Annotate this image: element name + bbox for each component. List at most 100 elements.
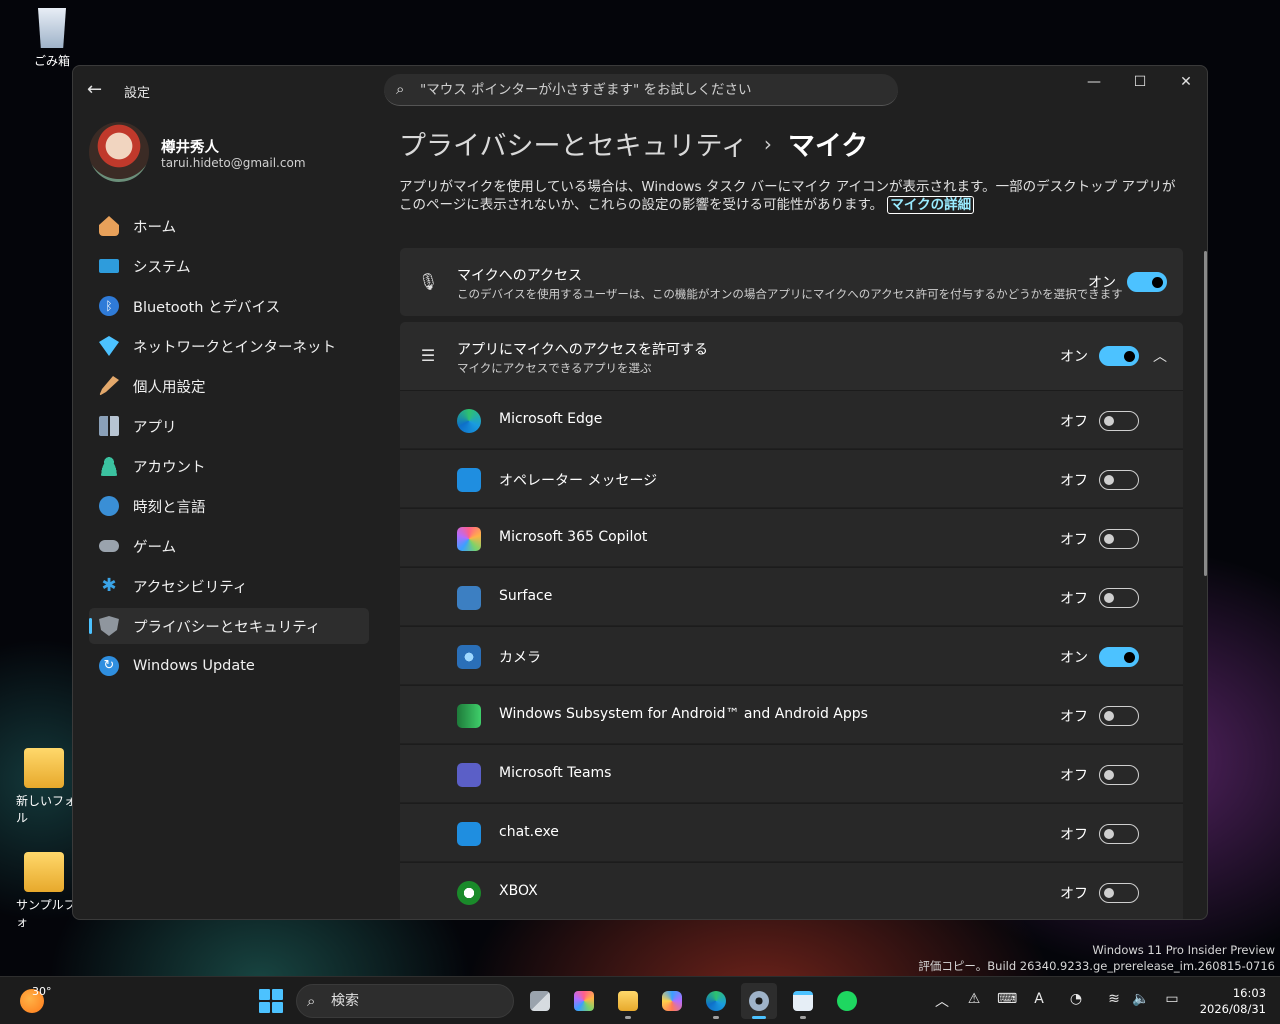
windows-logo-icon xyxy=(259,989,270,1000)
app-toggle[interactable] xyxy=(1099,706,1139,726)
weather-temp: 30° xyxy=(32,985,52,998)
taskbar-task-view[interactable] xyxy=(522,983,558,1019)
desktop-icon-recycle-bin[interactable]: ごみ箱 xyxy=(14,8,90,69)
app-name: Microsoft Edge xyxy=(499,411,603,427)
chevron-up-icon[interactable]: ︿ xyxy=(932,991,952,1011)
network-status-icon[interactable]: ⚠ xyxy=(964,991,984,1007)
taskbar-copilot[interactable] xyxy=(654,983,690,1019)
app-toggle[interactable] xyxy=(1099,470,1139,490)
breadcrumb-parent[interactable]: プライバシーとセキュリティ xyxy=(399,124,748,163)
app-row-xbox: XBOX オフ xyxy=(400,862,1183,919)
app-state: オフ xyxy=(1060,532,1088,548)
sidebar-item-gaming[interactable]: ゲーム xyxy=(89,528,369,564)
app-name: Microsoft 365 Copilot xyxy=(499,529,648,545)
app-row-teams: Microsoft Teams オフ xyxy=(400,744,1183,802)
mic-access-card[interactable]: 🎙 マイクへのアクセス このデバイスを使用するユーザーは、この機能がオンの場合ア… xyxy=(400,248,1183,316)
back-arrow-icon[interactable]: ← xyxy=(87,80,107,100)
gear-icon xyxy=(749,991,769,1011)
m365-icon xyxy=(574,991,594,1011)
clock[interactable]: 16:03 2026/08/31 xyxy=(1196,985,1266,1017)
taskbar-settings[interactable] xyxy=(741,983,777,1019)
app-toggle[interactable] xyxy=(1099,824,1139,844)
desktop-icon-sample-folder[interactable]: サンプルフォ xyxy=(6,852,82,930)
taskbar-file-explorer[interactable] xyxy=(610,983,646,1019)
start-button[interactable] xyxy=(259,989,283,1013)
ime-mode-icon[interactable]: A xyxy=(1029,991,1049,1007)
app-toggle[interactable] xyxy=(1099,588,1139,608)
sidebar-item-bluetooth[interactable]: ᛒ Bluetooth とデバイス xyxy=(89,288,369,324)
avatar xyxy=(89,122,149,182)
learn-more-link[interactable]: マイクの詳細 xyxy=(887,196,975,214)
folder-icon xyxy=(618,991,638,1011)
battery-icon[interactable]: ▭ xyxy=(1162,991,1182,1007)
clock-globe-icon xyxy=(99,496,119,516)
app-row-operator-message: オペレーター メッセージ オフ xyxy=(400,449,1183,507)
network-icon xyxy=(99,336,119,356)
app-toggle[interactable] xyxy=(1099,765,1139,785)
app-state: オフ xyxy=(1060,414,1088,430)
title-bar[interactable]: ← 設定 ⌕ — ☐ ✕ xyxy=(73,66,1207,114)
desktop-icon-label: サンプルフォ xyxy=(16,898,76,929)
settings-search[interactable]: ⌕ xyxy=(384,74,898,106)
taskbar-m365[interactable] xyxy=(566,983,602,1019)
apps-access-subtitle: マイクにアクセスできるアプリを選ぶ xyxy=(457,361,652,375)
sidebar-item-home[interactable]: ホーム xyxy=(89,208,369,244)
sidebar-item-personalization[interactable]: 個人用設定 xyxy=(89,368,369,404)
desktop-icon-new-folder[interactable]: 新しいフォル xyxy=(6,748,82,826)
taskbar-search[interactable]: ⌕ xyxy=(296,984,514,1018)
search-icon: ⌕ xyxy=(396,80,405,98)
taskbar-notepad[interactable] xyxy=(785,983,821,1019)
wifi-icon[interactable]: ≋ xyxy=(1104,991,1124,1007)
app-toggle[interactable] xyxy=(1099,411,1139,431)
settings-search-input[interactable] xyxy=(420,78,880,102)
sidebar-item-label: Bluetooth とデバイス xyxy=(133,299,281,316)
close-icon[interactable]: ✕ xyxy=(1163,66,1207,98)
apps-access-title: アプリにマイクへのアクセスを許可する xyxy=(457,342,709,358)
taskbar-edge[interactable] xyxy=(698,983,734,1019)
apps-icon xyxy=(99,416,119,436)
chevron-up-icon[interactable]: ︿ xyxy=(1153,346,1167,366)
page-title: マイク xyxy=(787,131,869,162)
sidebar-item-label: プライバシーとセキュリティ xyxy=(133,619,321,636)
app-name: カメラ xyxy=(499,650,541,666)
app-toggle[interactable] xyxy=(1099,529,1139,549)
main-content: プライバシーとセキュリティ › マイク アプリがマイクを使用している場合は、Wi… xyxy=(399,114,1184,919)
update-icon: ↻ xyxy=(99,656,119,676)
app-toggle[interactable] xyxy=(1099,647,1139,667)
taskbar-search-input[interactable] xyxy=(331,991,501,1011)
minimize-icon[interactable]: — xyxy=(1071,66,1117,98)
app-toggle[interactable] xyxy=(1099,883,1139,903)
scrollbar[interactable] xyxy=(1204,251,1207,576)
apps-access-toggle[interactable] xyxy=(1099,346,1139,366)
breadcrumb-separator: › xyxy=(763,131,772,156)
maximize-icon[interactable]: ☐ xyxy=(1117,66,1163,98)
sidebar-item-time-language[interactable]: 時刻と言語 xyxy=(89,488,369,524)
build-line-1: Windows 11 Pro Insider Preview xyxy=(1092,943,1275,957)
sidebar-item-apps[interactable]: アプリ xyxy=(89,408,369,444)
build-watermark: Windows 11 Pro Insider Preview 評価コピー。Bui… xyxy=(918,942,1275,974)
sidebar-item-privacy-security[interactable]: プライバシーとセキュリティ xyxy=(89,608,369,644)
folder-icon xyxy=(24,852,64,892)
sidebar-item-label: 時刻と言語 xyxy=(133,499,206,516)
sidebar-item-system[interactable]: システム xyxy=(89,248,369,284)
mic-access-toggle[interactable] xyxy=(1127,272,1167,292)
sidebar-item-accessibility[interactable]: ✱ アクセシビリティ xyxy=(89,568,369,604)
app-name: Windows Subsystem for Android™ and Andro… xyxy=(499,706,868,722)
sidebar-item-windows-update[interactable]: ↻ Windows Update xyxy=(89,648,369,684)
sidebar-item-label: ゲーム xyxy=(133,539,177,556)
taskbar-spotify[interactable] xyxy=(829,983,865,1019)
app-state: オフ xyxy=(1060,768,1088,784)
app-state: オフ xyxy=(1060,591,1088,607)
account-icon xyxy=(99,456,119,476)
apps-access-card[interactable]: ☰ アプリにマイクへのアクセスを許可する マイクにアクセスできるアプリを選ぶ オ… xyxy=(400,322,1183,390)
ime-indicator-icon[interactable]: ◔ xyxy=(1066,991,1086,1007)
sidebar-item-network[interactable]: ネットワークとインターネット xyxy=(89,328,369,364)
folder-icon xyxy=(24,748,64,788)
gamepad-icon xyxy=(99,540,119,552)
volume-icon[interactable]: 🔈 xyxy=(1131,991,1151,1007)
sidebar-item-label: Windows Update xyxy=(133,658,255,674)
shield-icon xyxy=(99,616,119,636)
sidebar-item-accounts[interactable]: アカウント xyxy=(89,448,369,484)
build-line-2: 評価コピー。Build 26340.9233.ge_prerelease_im.… xyxy=(918,959,1275,973)
keyboard-icon[interactable]: ⌨ xyxy=(997,991,1017,1007)
